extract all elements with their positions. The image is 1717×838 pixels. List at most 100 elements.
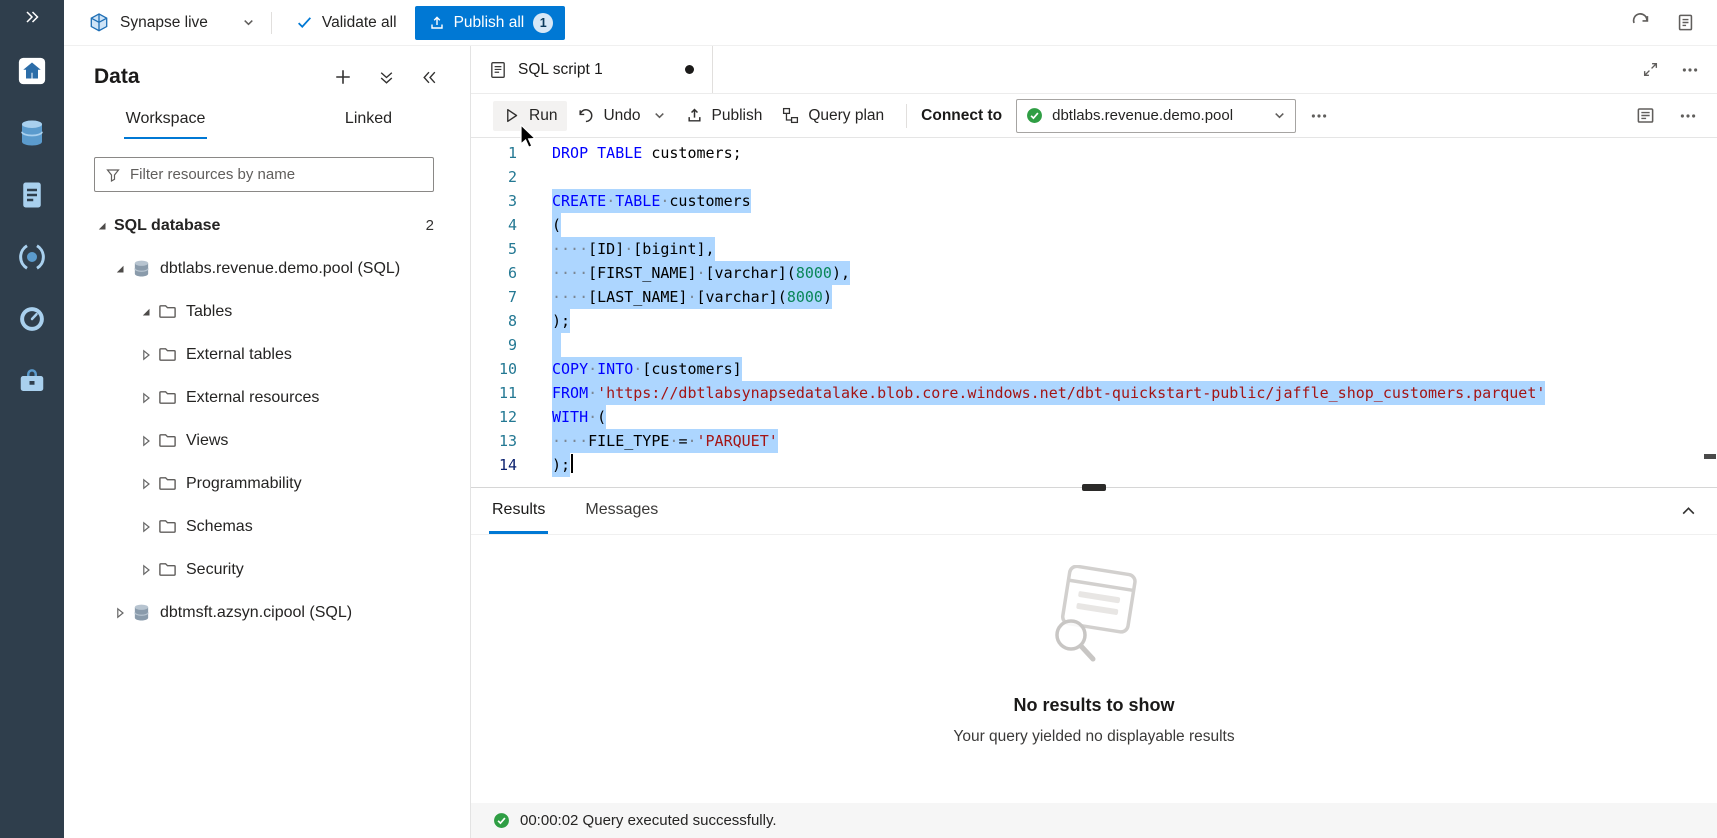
tab-workspace[interactable]: Workspace [64,104,267,139]
code-line-2[interactable] [552,165,1717,189]
expand-editor-button[interactable] [1636,55,1665,84]
tab-linked[interactable]: Linked [267,104,470,139]
notifications-list-button[interactable] [1670,7,1701,38]
expand-twisty-icon[interactable] [134,349,158,361]
publish-button[interactable]: Publish [676,101,773,131]
nav-manage-button[interactable] [0,350,64,412]
collapse-twisty-icon[interactable] [90,220,114,232]
tab-messages[interactable]: Messages [582,488,661,534]
toolbar-overflow-button[interactable] [1673,101,1703,131]
resource-tree: SQL database2 dbtlabs.revenue.demo.pool (… [64,192,470,634]
nav-monitor-button[interactable] [0,288,64,350]
expand-twisty-icon[interactable] [134,521,158,533]
more-horizontal-icon [1310,107,1328,125]
tree-item-tables[interactable]: Tables [64,290,470,333]
code-line-1[interactable]: DROP TABLE customers; [552,141,1717,165]
tree-item-views[interactable]: Views [64,419,470,462]
publish-all-button[interactable]: Publish all 1 [415,6,566,40]
synapse-live-icon [88,12,110,34]
query-plan-button[interactable]: Query plan [772,101,894,131]
chevron-down-icon [653,109,666,122]
code-line-4[interactable]: ( [552,213,1717,237]
code-line-10[interactable]: COPY·INTO·[customers] [552,357,1717,381]
expand-twisty-icon[interactable] [108,607,132,619]
collapse-results-button[interactable] [1674,497,1703,526]
line-number: 8 [471,309,519,333]
properties-button[interactable] [1630,100,1661,131]
text-cursor [571,454,573,473]
editor-scrollbar[interactable] [1703,138,1717,487]
add-resource-button[interactable] [328,62,358,92]
collapse-twisty-icon[interactable] [134,306,158,318]
validate-all-button[interactable]: Validate all [286,7,407,39]
database-icon [132,603,160,622]
tab-more-button[interactable] [1675,55,1705,85]
code-line-5[interactable]: ····[ID]·[bigint], [552,237,1717,261]
code-line-12[interactable]: WITH·( [552,405,1717,429]
tree-item-label: dbtlabs.revenue.demo.pool (SQL) [160,260,400,278]
line-number-gutter: 1234567891011121314 [471,141,519,487]
cursor-position-marker [1704,454,1716,459]
nav-develop-button[interactable] [0,164,64,226]
folder-icon [158,517,186,536]
expand-twisty-icon[interactable] [134,564,158,576]
connected-status-icon [1026,107,1043,124]
expand-twisty-icon[interactable] [134,478,158,490]
expand-twisty-icon[interactable] [134,392,158,404]
more-horizontal-icon [1679,107,1697,125]
integrate-icon [17,242,47,272]
tree-item-external-tables[interactable]: External tables [64,333,470,376]
code-line-6[interactable]: ····[FIRST_NAME]·[varchar](8000), [552,261,1717,285]
code-line-8[interactable]: ); [552,309,1717,333]
code-content[interactable]: DROP TABLE customers; CREATE·TABLE·custom… [519,141,1717,487]
data-icon [17,118,47,148]
tree-item-security[interactable]: Security [64,548,470,591]
actions-menu-button[interactable] [372,63,401,92]
tree-item-external-resources[interactable]: External resources [64,376,470,419]
code-line-3[interactable]: CREATE·TABLE·customers [552,189,1717,213]
collapse-panel-button[interactable] [415,63,444,92]
code-line-14[interactable]: ); [552,453,1717,477]
tree-item-sql-database[interactable]: SQL database2 [64,204,470,247]
expand-twisty-icon[interactable] [134,435,158,447]
data-panel-tabs: Workspace Linked [64,104,470,139]
tree-item-label: Views [186,432,228,450]
nav-integrate-button[interactable] [0,226,64,288]
tab-results[interactable]: Results [489,488,548,534]
filter-resources-input[interactable] [130,166,423,183]
panel-title: Data [94,63,314,91]
code-line-9[interactable] [552,333,1717,357]
expand-diagonal-icon [1642,61,1659,78]
editor-tab-bar: SQL script 1 [471,46,1717,94]
code-line-7[interactable]: ····[LAST_NAME]·[varchar](8000) [552,285,1717,309]
code-editor[interactable]: 1234567891011121314 DROP TABLE customers… [471,138,1717,487]
sql-script-icon [489,61,507,79]
code-line-13[interactable]: ····FILE_TYPE·=·'PARQUET' [552,429,1717,453]
tree-item-schemas[interactable]: Schemas [64,505,470,548]
run-button[interactable]: Run [493,101,567,131]
undo-button[interactable]: Undo [567,101,650,131]
undo-icon [577,107,594,124]
panel-resize-handle[interactable] [1082,484,1106,491]
collapse-twisty-icon[interactable] [108,263,132,275]
left-nav [0,0,64,838]
tree-item-dbtlabs-revenue-demo-pool-sql[interactable]: dbtlabs.revenue.demo.pool (SQL) [64,247,470,290]
undo-dropdown-button[interactable] [647,103,672,128]
results-tab-bar: Results Messages [471,488,1717,535]
nav-home-button[interactable] [0,40,64,102]
refresh-button[interactable] [1625,7,1656,38]
tree-item-label: External tables [186,346,292,364]
pool-selector-dropdown[interactable]: dbtlabs.revenue.demo.pool [1016,99,1296,133]
tab-sql-script-1[interactable]: SQL script 1 [471,46,713,93]
line-number: 10 [471,357,519,381]
divider [271,12,272,34]
nav-data-button[interactable] [0,102,64,164]
tree-item-dbtmsft-azsyn-cipool-sql[interactable]: dbtmsft.azsyn.cipool (SQL) [64,591,470,634]
publish-icon [686,107,703,124]
toolbar-more-button[interactable] [1304,101,1334,131]
mode-selector[interactable]: Synapse live [86,8,257,38]
expand-nav-button[interactable] [0,4,64,34]
tree-item-programmability[interactable]: Programmability [64,462,470,505]
code-line-11[interactable]: FROM·'https://dbtlabsynapsedatalake.blob… [552,381,1717,405]
editor-toolbar: Run Undo [471,94,1717,138]
